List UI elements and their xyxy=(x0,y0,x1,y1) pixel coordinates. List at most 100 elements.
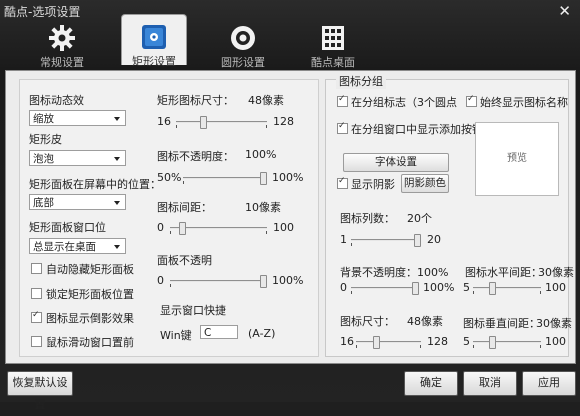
right-icon-size-slider[interactable] xyxy=(356,335,421,349)
add-button-label: 在分组窗口中显示添加按钮 xyxy=(351,123,483,136)
hotkey-key: C xyxy=(204,327,212,339)
auto-hide-label: 自动隐藏矩形面板 xyxy=(46,263,134,276)
h-spacing-label: 图标水平间距： xyxy=(465,266,542,279)
icon-size-value: 48像素 xyxy=(248,94,284,107)
slider-tick xyxy=(176,125,177,128)
tab-desktop[interactable]: 酷点桌面 xyxy=(301,20,365,69)
position-select[interactable]: 底部 xyxy=(29,194,126,210)
columns-label: 图标列数： xyxy=(340,212,395,225)
chevron-down-icon xyxy=(114,245,120,249)
slider-thumb[interactable] xyxy=(489,282,496,295)
slider-tick xyxy=(420,345,421,348)
tab-rect[interactable]: 矩形设置 xyxy=(121,14,187,68)
right-icon-size-min: 16 xyxy=(340,335,354,348)
slider-thumb[interactable] xyxy=(260,275,267,288)
slider-track xyxy=(176,121,267,123)
columns-value: 20个 xyxy=(407,212,432,225)
shadow-checkbox[interactable] xyxy=(337,176,348,189)
tab-bar: 常规设置 矩形设置 圆形设置 酷点桌面 xyxy=(0,14,580,70)
shadow-color-button[interactable]: 阴影颜色 xyxy=(401,174,449,193)
slider-track xyxy=(351,287,419,289)
hotkey-input[interactable]: C xyxy=(200,325,238,339)
slider-thumb[interactable] xyxy=(200,116,207,129)
panel-opacity-min: 0 xyxy=(157,274,164,287)
slider-track xyxy=(473,287,541,289)
spacing-slider[interactable] xyxy=(170,221,267,235)
add-button-checkbox[interactable] xyxy=(337,121,348,134)
slider-thumb[interactable] xyxy=(373,336,380,349)
icon-size-max: 128 xyxy=(273,115,294,128)
spacing-label: 图标间距： xyxy=(157,201,212,214)
icon-effect-select[interactable]: 缩放 xyxy=(29,110,126,126)
group-marker-checkbox[interactable] xyxy=(337,94,348,107)
spacing-max: 100 xyxy=(273,221,294,234)
hover-front-checkbox[interactable] xyxy=(31,336,42,347)
icon-size-slider[interactable] xyxy=(176,115,267,129)
opacity-value: 100% xyxy=(245,148,277,161)
hotkey-label: 显示窗口快捷 xyxy=(160,304,226,317)
panel-opacity-slider[interactable] xyxy=(170,274,267,288)
icon-effect-label: 图标动态效 xyxy=(29,94,84,107)
slider-tick xyxy=(266,231,267,234)
bg-opacity-min: 0 xyxy=(340,281,347,294)
h-spacing-min: 5 xyxy=(463,281,470,294)
slider-thumb[interactable] xyxy=(260,172,267,185)
cancel-button[interactable]: 取消 xyxy=(463,371,517,396)
right-icon-size-max: 128 xyxy=(427,335,448,348)
restore-defaults-button[interactable]: 恢复默认设置 xyxy=(7,371,73,411)
tab-desktop-label: 酷点桌面 xyxy=(311,56,355,69)
lock-position-checkbox[interactable] xyxy=(31,288,42,299)
bg-opacity-max: 100% xyxy=(423,281,455,294)
slider-tick xyxy=(540,345,541,348)
panel-opacity-label: 面板不透明 xyxy=(157,254,212,267)
slider-track xyxy=(356,341,421,343)
slider-thumb[interactable] xyxy=(489,336,496,349)
slider-thumb[interactable] xyxy=(412,282,419,295)
opacity-label: 图标不透明度： xyxy=(157,150,234,163)
close-icon[interactable]: ✕ xyxy=(558,2,571,20)
v-spacing-slider[interactable] xyxy=(473,335,541,349)
slider-thumb[interactable] xyxy=(179,222,186,235)
bg-opacity-slider[interactable] xyxy=(351,281,419,295)
h-spacing-slider[interactable] xyxy=(473,281,541,295)
apply-button[interactable]: 应用 xyxy=(522,371,576,396)
chevron-down-icon xyxy=(114,201,120,205)
always-show-name-checkbox[interactable] xyxy=(466,94,477,107)
tab-circle[interactable]: 圆形设置 xyxy=(211,20,275,69)
skin-select[interactable]: 泡泡 xyxy=(29,150,126,166)
window-pos-select[interactable]: 总显示在桌面 xyxy=(29,238,126,254)
skin-value: 泡泡 xyxy=(33,153,54,165)
tab-general[interactable]: 常规设置 xyxy=(30,20,94,69)
ok-button[interactable]: 确定 xyxy=(404,371,458,396)
preview-label: 预览 xyxy=(507,153,527,164)
hover-front-label: 鼠标滑动窗口置前 xyxy=(46,336,134,349)
opacity-slider[interactable] xyxy=(183,171,267,185)
columns-slider[interactable] xyxy=(351,233,421,247)
position-value: 底部 xyxy=(33,197,54,209)
slider-tick xyxy=(473,291,474,294)
window-pos-value: 总显示在桌面 xyxy=(33,241,96,253)
slider-thumb[interactable] xyxy=(414,234,421,247)
hotkey-prefix: Win键 xyxy=(160,329,192,342)
lock-position-label: 锁定矩形面板位置 xyxy=(46,288,134,301)
v-spacing-min: 5 xyxy=(463,335,470,348)
font-settings-button[interactable]: 字体设置 xyxy=(343,153,449,172)
h-spacing-value: 30像素 xyxy=(538,266,574,279)
reflection-checkbox[interactable] xyxy=(31,310,42,323)
circle-settings-icon xyxy=(231,26,255,50)
auto-hide-checkbox[interactable] xyxy=(31,263,42,274)
desktop-grid-icon xyxy=(322,26,344,50)
spacing-min: 0 xyxy=(157,221,164,234)
slider-tick xyxy=(170,231,171,234)
panel-opacity-max: 100% xyxy=(272,274,304,287)
v-spacing-max: 100 xyxy=(545,335,566,348)
tab-circle-label: 圆形设置 xyxy=(221,56,265,69)
tab-rect-label: 矩形设置 xyxy=(132,55,176,68)
rect-settings-section: 图标动态效 缩放 矩形皮 泡泡 矩形面板在屏幕中的位置： 底部 矩形面板窗口位 … xyxy=(19,79,319,357)
slider-tick xyxy=(183,181,184,184)
square-settings-icon xyxy=(142,25,166,49)
window-pos-label: 矩形面板窗口位 xyxy=(29,221,106,234)
slider-tick xyxy=(473,345,474,348)
hotkey-hint: (A-Z) xyxy=(248,327,276,340)
slider-tick xyxy=(266,125,267,128)
